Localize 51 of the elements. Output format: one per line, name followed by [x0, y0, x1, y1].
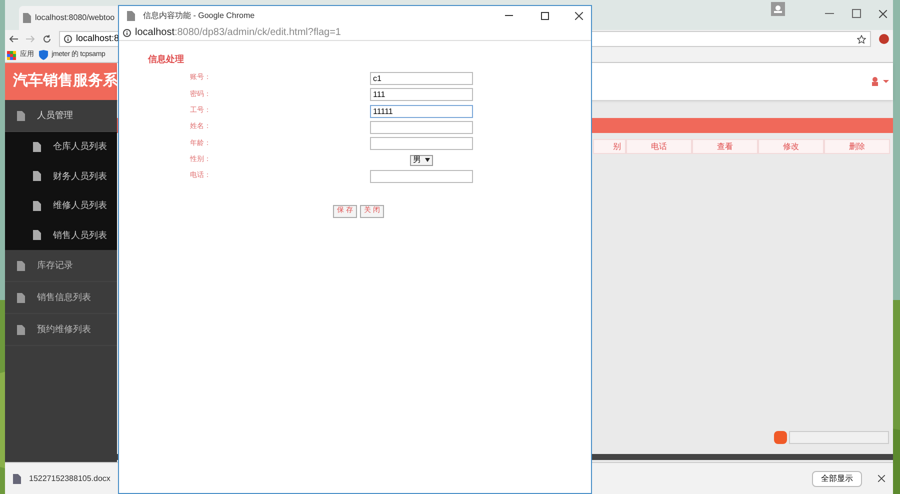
form-heading: 信息处理 — [148, 53, 185, 66]
column-header: 电话 — [626, 139, 692, 154]
sidebar-subitem[interactable]: 财务人员列表 — [5, 162, 117, 191]
document-icon — [127, 10, 135, 20]
column-header: 删除 — [824, 139, 890, 154]
document-icon — [17, 324, 25, 334]
document-icon — [23, 13, 31, 23]
close-icon[interactable] — [575, 12, 583, 20]
address-text: localhost:8 — [76, 32, 120, 46]
ime-logo-icon[interactable] — [774, 431, 787, 444]
input-field[interactable] — [370, 137, 473, 150]
close-icon[interactable] — [879, 10, 887, 18]
column-header: 修改 — [758, 139, 824, 154]
profile-icon[interactable] — [771, 2, 785, 16]
column-header: 别 — [593, 139, 626, 154]
tab-title: localhost:8080/webtoo — [35, 12, 115, 24]
document-icon — [33, 200, 41, 211]
document-icon — [13, 474, 21, 484]
document-icon — [33, 230, 41, 240]
document-icon — [17, 110, 25, 120]
app-title: 汽车销售服务系 — [13, 71, 118, 92]
back-icon[interactable] — [9, 35, 18, 43]
document-icon — [17, 260, 25, 270]
show-all-button[interactable]: 全部显示 — [812, 470, 862, 486]
user-icon[interactable] — [871, 77, 889, 86]
download-file[interactable]: 15227152388105.docx — [29, 472, 110, 484]
close-icon[interactable] — [878, 475, 885, 482]
window-title: 信息内容功能 - Google Chrome — [143, 10, 255, 22]
star-icon[interactable] — [857, 34, 866, 44]
dropdown-arrow-icon — [425, 158, 430, 162]
column-header: 查看 — [692, 139, 758, 154]
url-text: localhost:8080/dp83/admin/ck/edit.html?flag=1 — [135, 26, 341, 40]
document-icon — [33, 142, 41, 152]
input-field[interactable] — [370, 121, 473, 134]
gender-select[interactable]: 男 — [410, 154, 433, 166]
input-field[interactable]: 111 — [370, 88, 473, 102]
sidebar-subitem[interactable]: 仓库人员列表 — [5, 132, 117, 162]
input-field[interactable]: 11111 — [370, 104, 473, 118]
document-icon — [17, 292, 25, 302]
info-icon — [64, 35, 72, 43]
sidebar-subitem[interactable]: 维修人员列表 — [5, 191, 117, 220]
info-icon — [123, 28, 131, 36]
input-field[interactable] — [370, 170, 473, 183]
reload-icon[interactable] — [43, 35, 51, 43]
apps-icon — [7, 50, 16, 60]
maximize-icon[interactable] — [541, 12, 549, 20]
input-field[interactable]: c1 — [370, 72, 473, 86]
sidebar-subitem[interactable]: 销售人员列表 — [5, 220, 117, 250]
shield-icon — [38, 50, 48, 60]
document-icon — [33, 171, 41, 182]
extension-icon[interactable] — [879, 34, 889, 44]
